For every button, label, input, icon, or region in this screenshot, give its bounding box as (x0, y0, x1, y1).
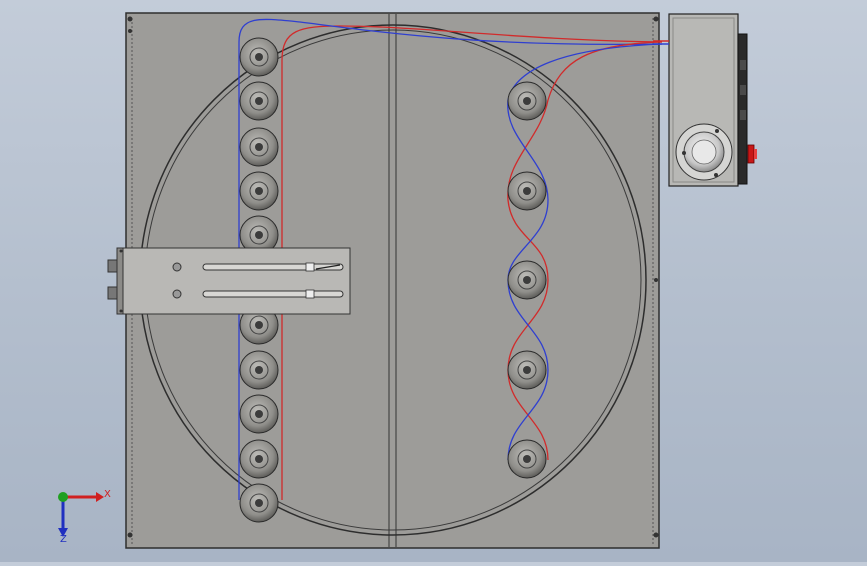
roller-icon (507, 260, 547, 300)
roller-icon (239, 483, 279, 523)
cad-viewport[interactable]: X Z (0, 0, 867, 562)
roller-icon (239, 394, 279, 434)
roller-icon (239, 171, 279, 211)
cad-scene[interactable]: X Z (0, 0, 867, 562)
mounting-bracket[interactable] (107, 247, 351, 315)
roller-icon (507, 81, 547, 121)
emergency-stop-icon[interactable] (747, 144, 757, 164)
control-box[interactable] (653, 13, 757, 187)
roller-icon (507, 171, 547, 211)
triad-x-label: X (104, 489, 111, 500)
selector-knob-icon[interactable] (675, 123, 733, 181)
roller-icon (239, 37, 279, 77)
triad-z-label: Z (60, 534, 67, 545)
roller-icon (507, 439, 547, 479)
roller-icon (239, 127, 279, 167)
roller-icon (239, 81, 279, 121)
roller-icon (239, 350, 279, 390)
roller-icon (507, 350, 547, 390)
roller-icon (239, 439, 279, 479)
coordinate-triad-icon: X Z (58, 489, 111, 545)
